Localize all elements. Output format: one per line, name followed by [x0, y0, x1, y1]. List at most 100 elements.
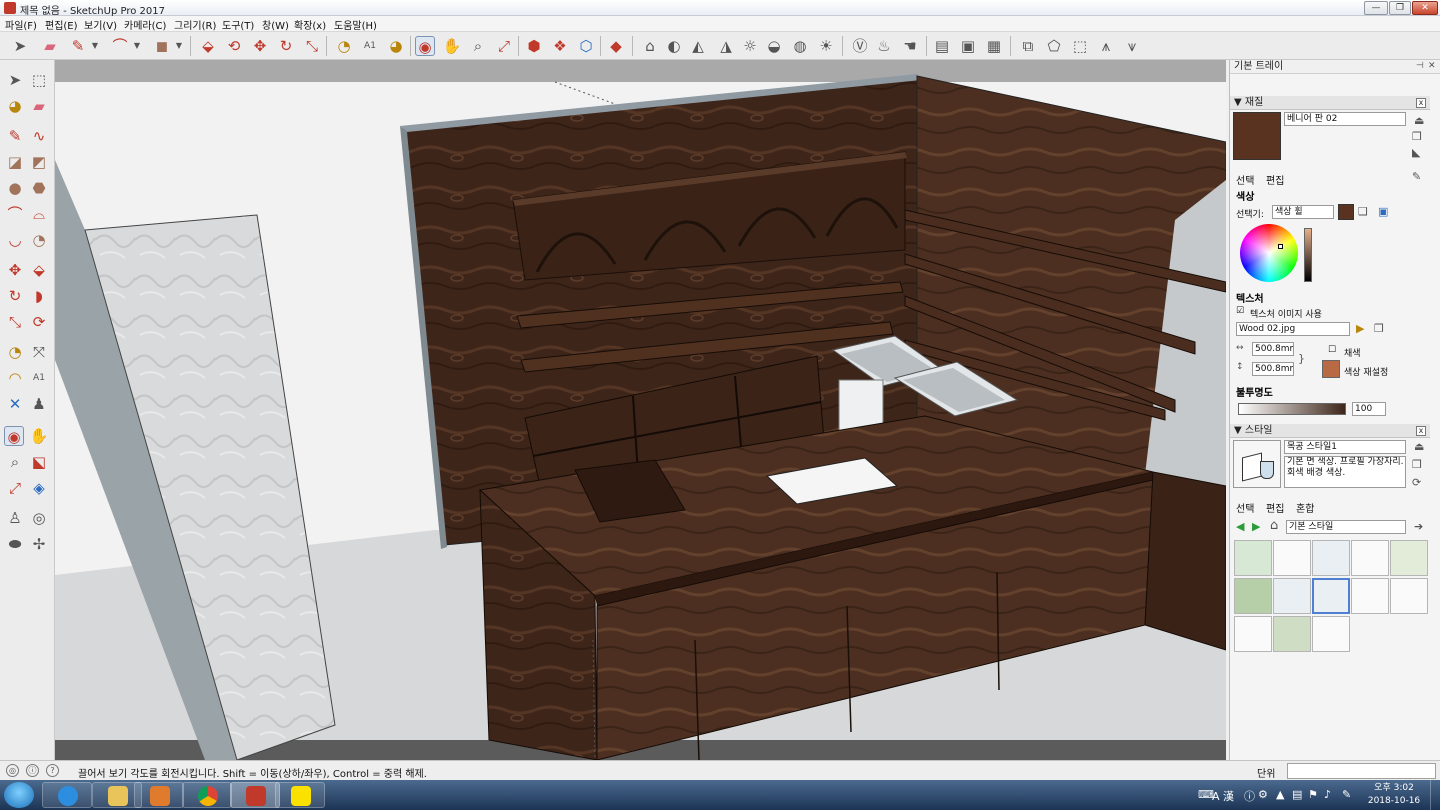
zoom-window-icon[interactable]: ⬕: [29, 452, 49, 472]
text-icon[interactable]: A1: [360, 36, 380, 56]
box-icon[interactable]: ⬚: [1070, 36, 1090, 56]
globe-icon[interactable]: ◍: [790, 36, 810, 56]
tray-close-icon[interactable]: ✕: [1428, 61, 1436, 71]
style-thumb-12[interactable]: [1273, 616, 1311, 652]
zoom-icon[interactable]: ⌕: [5, 452, 25, 472]
shape-dropdown-icon[interactable]: ▼: [174, 36, 184, 56]
sandbox-icon[interactable]: ⬠: [1044, 36, 1064, 56]
chrome-icon[interactable]: [182, 782, 232, 808]
style-thumb-6[interactable]: [1234, 578, 1272, 614]
close-button[interactable]: ✕: [1412, 1, 1438, 15]
tape-measure-icon[interactable]: ◔: [334, 36, 354, 56]
paint-bucket-icon[interactable]: ◕: [386, 36, 406, 56]
section-plane-icon[interactable]: ⌂: [640, 36, 660, 56]
two-point-arc-icon[interactable]: ⌓: [29, 204, 49, 224]
pie-icon[interactable]: ◔: [29, 230, 49, 250]
dimension-icon[interactable]: ⤧: [29, 342, 49, 362]
styles-header[interactable]: ▼ 스타일: [1230, 424, 1430, 438]
section-fill-icon[interactable]: ◐: [664, 36, 684, 56]
pencil-line-icon[interactable]: ✎: [68, 36, 88, 56]
sketchup-icon[interactable]: [230, 782, 280, 808]
camera-view-icon[interactable]: ▣: [958, 36, 978, 56]
view-window-icon[interactable]: ▤: [932, 36, 952, 56]
style-thumb-5[interactable]: [1390, 540, 1428, 576]
style-name-field[interactable]: 목공 스타일1: [1284, 440, 1406, 454]
style-thumb-7[interactable]: [1273, 578, 1311, 614]
menu-camera[interactable]: 카메라(C): [124, 17, 166, 32]
sun-icon[interactable]: ☼: [740, 36, 760, 56]
picker-select[interactable]: 색상 휠: [1272, 205, 1334, 219]
line-dropdown-icon[interactable]: ▼: [90, 36, 100, 56]
section-plane-icon[interactable]: ✢: [29, 534, 49, 554]
details-arrow-icon[interactable]: ➔: [1414, 520, 1423, 533]
styles-tab-mix[interactable]: 혼합: [1296, 500, 1314, 515]
share-icon[interactable]: ⬡: [576, 36, 596, 56]
style-thumb-3[interactable]: [1312, 540, 1350, 576]
ime-settings-icon[interactable]: ⚙: [1258, 788, 1268, 801]
menu-window[interactable]: 창(W): [262, 17, 289, 32]
style-thumb-9[interactable]: [1351, 578, 1389, 614]
materials-close-icon[interactable]: x: [1416, 98, 1426, 108]
eraser-icon[interactable]: ▰: [40, 36, 60, 56]
circle-icon[interactable]: ●: [5, 178, 25, 198]
forward-arrow-icon[interactable]: ▶: [1252, 520, 1260, 533]
layers-icon[interactable]: ⧉: [1018, 36, 1038, 56]
look-around-icon[interactable]: ◎: [29, 508, 49, 528]
edit-texture-icon[interactable]: ❒: [1374, 322, 1384, 335]
light-icon[interactable]: ☀: [816, 36, 836, 56]
styles-tab-edit[interactable]: 편집: [1266, 500, 1284, 515]
update-style-icon[interactable]: ⟳: [1412, 476, 1421, 489]
scale-icon[interactable]: ⤡: [302, 36, 322, 56]
menu-help[interactable]: 도움말(H): [334, 17, 377, 32]
make-component-icon[interactable]: ⬚: [29, 70, 49, 90]
colorize-checkbox[interactable]: ☐: [1328, 345, 1336, 355]
opacity-field[interactable]: 100: [1352, 402, 1386, 416]
terrain-icon[interactable]: ⩛: [1122, 36, 1142, 56]
move-icon[interactable]: ✥: [250, 36, 270, 56]
arc-icon[interactable]: ⌒: [5, 204, 25, 224]
zoom-icon[interactable]: ⌕: [468, 36, 488, 56]
action-center-icon[interactable]: ⚑: [1308, 788, 1318, 801]
style-thumb-8-selected[interactable]: [1312, 578, 1350, 614]
three-point-arc-icon[interactable]: ◡: [5, 230, 25, 250]
push-pull-icon[interactable]: ⬙: [29, 260, 49, 280]
use-texture-checkbox[interactable]: ☑: [1236, 306, 1244, 316]
shadow-settings-icon[interactable]: ◮: [716, 36, 736, 56]
media-player-icon[interactable]: [134, 782, 184, 808]
measurements-box[interactable]: [1287, 763, 1436, 779]
create-style-icon[interactable]: ❒: [1412, 458, 1422, 471]
brightness-slider[interactable]: [1304, 228, 1312, 282]
style-thumb-10[interactable]: [1390, 578, 1428, 614]
zoom-extents-icon[interactable]: ⤢: [5, 478, 25, 498]
style-hand-icon[interactable]: ☚: [900, 36, 920, 56]
orbit-icon[interactable]: ◉: [415, 36, 435, 56]
axes-icon[interactable]: ✕: [5, 394, 25, 414]
browse-folder-icon[interactable]: ▶: [1356, 322, 1364, 335]
texture-width-field[interactable]: 500.8mm: [1252, 342, 1294, 356]
text-icon[interactable]: A1: [29, 368, 49, 388]
menu-file[interactable]: 파일(F): [5, 17, 37, 32]
style-thumb-11[interactable]: [1234, 616, 1272, 652]
geo-location-icon[interactable]: ◎: [6, 764, 19, 777]
components-icon[interactable]: ❖: [550, 36, 570, 56]
rotated-rectangle-icon[interactable]: ◩: [29, 152, 49, 172]
position-camera-icon[interactable]: ♙: [5, 508, 25, 528]
menu-edit[interactable]: 편집(E): [45, 17, 78, 32]
style-check-icon[interactable]: Ⓥ: [850, 36, 870, 56]
menu-tools[interactable]: 도구(T): [222, 17, 254, 32]
paint-bucket-icon[interactable]: ◕: [5, 96, 25, 116]
polygon-icon[interactable]: ⬣: [29, 178, 49, 198]
kakaotalk-icon[interactable]: [275, 782, 325, 808]
style-description-field[interactable]: 기본 면 색상. 프로필 가장자리. 회색 배경 색상.: [1284, 456, 1406, 488]
restore-button[interactable]: ❐: [1389, 1, 1411, 15]
link-aspect-icon[interactable]: }: [1298, 352, 1305, 365]
styles-close-icon[interactable]: x: [1416, 426, 1426, 436]
pan-icon[interactable]: ✋: [442, 36, 462, 56]
show-desktop-button[interactable]: [1430, 780, 1440, 810]
opacity-slider[interactable]: [1238, 403, 1346, 415]
style-thumb-4[interactable]: [1351, 540, 1389, 576]
system-clock[interactable]: 오후 3:02 2018-10-16: [1364, 782, 1424, 808]
3d-text-icon[interactable]: ♟: [29, 394, 49, 414]
previous-view-icon[interactable]: ◈: [29, 478, 49, 498]
ime-help-icon[interactable]: ⓘ: [1244, 788, 1255, 804]
